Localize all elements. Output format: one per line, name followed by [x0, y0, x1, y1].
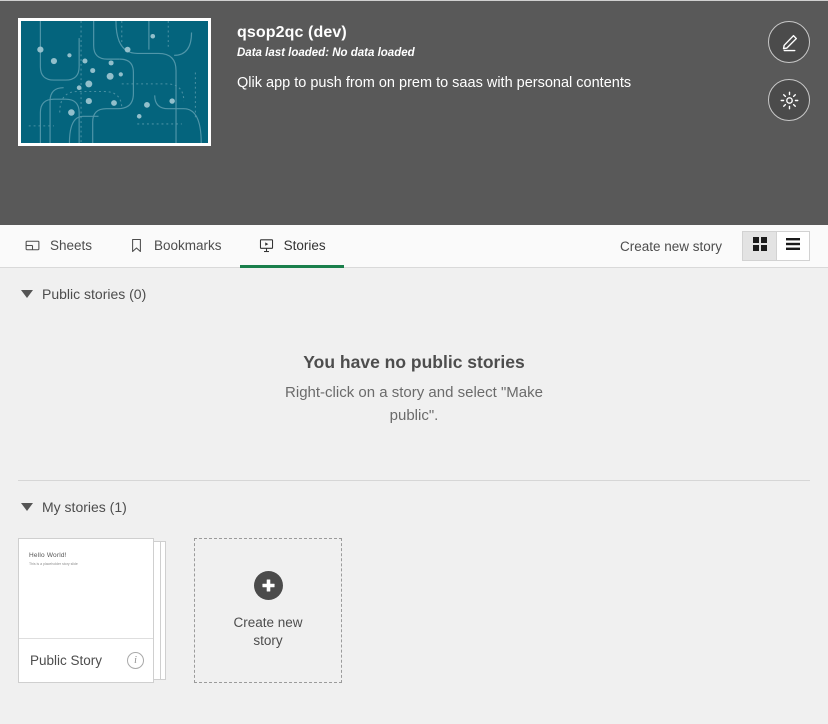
app-header: qsop2qc (dev) Data last loaded: No data … [0, 0, 828, 225]
list-view-button[interactable] [776, 232, 809, 260]
gear-icon [779, 90, 800, 111]
create-new-story-tile[interactable]: Create new story [194, 538, 342, 683]
tab-sheets-label: Sheets [50, 237, 93, 253]
app-actions [768, 21, 810, 121]
story-card-footer: Public Story i [19, 639, 153, 682]
pencil-icon [779, 32, 800, 53]
app-tabbar: Sheets Bookmarks Stories Create new stor… [0, 225, 828, 268]
list-view-icon [785, 236, 801, 257]
story-grid: Hello World! This is a placeholder story… [0, 515, 828, 683]
tab-sheets[interactable]: Sheets [18, 225, 110, 268]
story-title: Public Story [30, 653, 103, 668]
sheet-icon [24, 237, 41, 254]
create-new-story-link[interactable]: Create new story [620, 239, 742, 254]
empty-state-title: You have no public stories [303, 352, 525, 372]
grid-view-button[interactable] [743, 232, 776, 260]
app-settings-button[interactable] [768, 79, 810, 121]
app-description: Qlik app to push from on prem to saas wi… [237, 75, 632, 91]
story-card-body[interactable]: Hello World! This is a placeholder story… [18, 538, 154, 683]
tab-bookmarks-label: Bookmarks [154, 237, 222, 253]
story-icon [258, 237, 275, 254]
my-stories-heading: My stories (1) [42, 499, 127, 515]
edit-app-button[interactable] [768, 21, 810, 63]
app-last-loaded: Data last loaded: No data loaded [237, 47, 415, 59]
grid-view-icon [752, 236, 768, 257]
story-thumbnail-title: Hello World! [29, 552, 67, 559]
plus-icon [253, 571, 283, 600]
tab-bookmarks[interactable]: Bookmarks [110, 225, 240, 268]
tab-list: Sheets Bookmarks Stories [18, 225, 344, 268]
create-new-story-tile-label: Create new story [233, 615, 303, 648]
stories-content: Public stories (0) You have no public st… [0, 268, 828, 723]
view-toggle-group [742, 231, 810, 261]
app-title: qsop2qc (dev) [237, 24, 347, 41]
app-info: qsop2qc (dev) Data last loaded: No data … [237, 18, 810, 208]
info-icon[interactable]: i [127, 652, 144, 669]
public-stories-empty-state: You have no public stories Right-click o… [0, 302, 828, 427]
my-stories-section-header[interactable]: My stories (1) [0, 481, 828, 515]
public-stories-heading: Public stories (0) [42, 286, 147, 302]
app-thumbnail [18, 18, 211, 146]
empty-state-subtitle: Right-click on a story and select "Make … [285, 384, 543, 424]
tabbar-actions: Create new story [620, 225, 810, 267]
story-stack-page-front [153, 541, 161, 680]
story-thumbnail-subtitle: This is a placeholder story slide [29, 562, 78, 566]
chevron-down-icon [21, 503, 33, 511]
public-stories-section-header[interactable]: Public stories (0) [0, 268, 828, 302]
bookmark-icon [128, 237, 145, 254]
tab-stories[interactable]: Stories [239, 225, 344, 268]
tab-stories-label: Stories [283, 237, 326, 253]
chevron-down-icon [21, 290, 33, 298]
story-card[interactable]: Hello World! This is a placeholder story… [18, 538, 166, 683]
story-thumbnail: Hello World! This is a placeholder story… [19, 539, 153, 639]
